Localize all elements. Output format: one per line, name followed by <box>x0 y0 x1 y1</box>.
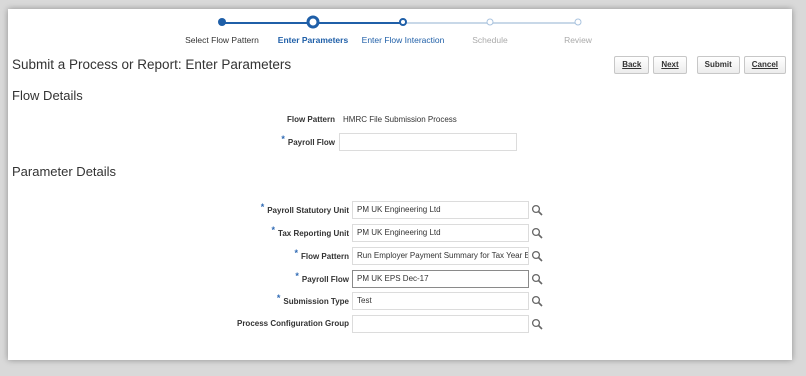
param-row-payroll-statutory-unit: * Payroll Statutory Unit <box>8 201 349 219</box>
step-current-dot <box>306 15 320 29</box>
search-icon[interactable] <box>531 295 543 307</box>
search-icon[interactable] <box>531 227 543 239</box>
param-payroll-flow-label: Payroll Flow <box>301 275 349 284</box>
process-configuration-group-label: Process Configuration Group <box>236 319 349 328</box>
process-configuration-group-input[interactable] <box>352 315 529 333</box>
search-icon[interactable] <box>531 273 543 285</box>
back-button[interactable]: Back <box>614 56 650 74</box>
submission-type-label: Submission Type <box>283 297 349 306</box>
submit-button[interactable]: Submit <box>696 56 740 74</box>
payroll-statutory-unit-label: Payroll Statutory Unit <box>267 206 349 215</box>
toolbar-buttons: Back Next Submit Cancel <box>614 56 786 74</box>
step-done-dot <box>218 18 226 26</box>
required-marker: * <box>260 202 265 212</box>
search-icon[interactable] <box>531 250 543 262</box>
submission-type-input[interactable]: Test <box>352 292 529 310</box>
process-train: Select Flow Pattern Enter Parameters Ent… <box>8 9 792 49</box>
param-label-wrap: * Payroll Statutory Unit <box>261 201 349 219</box>
tax-reporting-unit-label: Tax Reporting Unit <box>278 229 349 238</box>
payroll-flow-label-wrap: * Payroll Flow <box>281 133 335 151</box>
step-next-dot <box>399 18 407 26</box>
required-marker: * <box>281 134 285 144</box>
step-future-dot <box>574 18 582 26</box>
param-row-tax-reporting-unit: * Tax Reporting Unit <box>8 224 349 242</box>
payroll-flow-row: * Payroll Flow <box>8 133 335 151</box>
flow-details-heading: Flow Details <box>12 88 83 103</box>
main-panel: Select Flow Pattern Enter Parameters Ent… <box>8 9 792 360</box>
payroll-flow-input[interactable] <box>339 133 517 151</box>
flow-pattern-value: HMRC File Submission Process <box>343 115 457 124</box>
flow-pattern-row: Flow Pattern <box>8 111 335 129</box>
page-title: Submit a Process or Report: Enter Parame… <box>12 57 292 72</box>
required-marker: * <box>271 225 276 235</box>
param-row-flow-pattern: * Flow Pattern <box>8 247 349 265</box>
search-icon[interactable] <box>531 318 543 330</box>
next-button[interactable]: Next <box>653 56 687 74</box>
required-marker: * <box>295 271 299 281</box>
parameter-details-heading: Parameter Details <box>12 164 117 179</box>
param-label-wrap: * Submission Type <box>277 292 349 310</box>
cancel-button[interactable]: Cancel <box>743 56 786 74</box>
train-step-label: Review <box>564 35 592 45</box>
step-future-dot <box>486 18 494 26</box>
param-flow-pattern-label: Flow Pattern <box>300 252 349 261</box>
train-step-review: Review <box>518 9 638 45</box>
param-flow-pattern-input[interactable]: Run Employer Payment Summary for Tax Yea… <box>352 247 529 265</box>
flow-pattern-label: Flow Pattern <box>286 115 335 124</box>
search-icon[interactable] <box>531 204 543 216</box>
payroll-flow-label: Payroll Flow <box>287 138 335 147</box>
payroll-statutory-unit-input[interactable]: PM UK Engineering Ltd <box>352 201 529 219</box>
required-marker: * <box>276 293 281 303</box>
tax-reporting-unit-input[interactable]: PM UK Engineering Ltd <box>352 224 529 242</box>
param-payroll-flow-input[interactable]: PM UK EPS Dec-17 <box>352 270 529 288</box>
param-row-payroll-flow: * Payroll Flow <box>8 270 349 288</box>
param-label-wrap: * Tax Reporting Unit <box>272 224 349 242</box>
param-label-wrap: * Flow Pattern <box>294 247 349 265</box>
param-row-submission-type: * Submission Type <box>8 292 349 310</box>
param-label-wrap: * Payroll Flow <box>295 270 349 288</box>
required-marker: * <box>294 248 298 258</box>
param-row-process-configuration-group: Process Configuration Group <box>8 315 349 333</box>
